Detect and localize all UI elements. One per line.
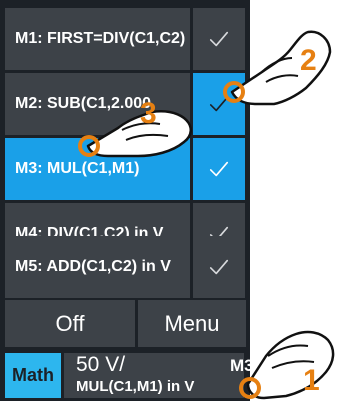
math-item-m2[interactable]: M2: SUB(C1,2.000: [5, 73, 245, 135]
off-button[interactable]: Off: [5, 300, 135, 347]
checkmark-icon: [209, 161, 229, 177]
math-item-m5-label[interactable]: M5: ADD(C1,C2) in V: [5, 236, 190, 298]
math-item-m2-toggle[interactable]: [193, 73, 245, 135]
math-item-m5-toggle[interactable]: [193, 236, 245, 298]
math-tag-label: Math: [5, 353, 61, 398]
math-item-m5[interactable]: M5: ADD(C1,C2) in V: [5, 236, 245, 298]
checkmark-icon: [209, 259, 229, 275]
checkmark-icon: [209, 31, 229, 47]
math-item-m1-toggle[interactable]: [193, 8, 245, 70]
checkmark-icon: [209, 96, 229, 112]
math-item-m3[interactable]: M3: MUL(C1,M1): [5, 138, 245, 200]
pointing-hand-icon: [246, 330, 335, 400]
math-item-m3-toggle[interactable]: [193, 138, 245, 200]
math-item-m1[interactable]: M1: FIRST=DIV(C1,C2) i..: [5, 8, 245, 70]
step-number-1: 1: [303, 364, 320, 397]
math-item-m3-label[interactable]: M3: MUL(C1,M1): [5, 138, 190, 200]
step-number-2: 2: [300, 44, 317, 77]
math-item-m2-label[interactable]: M2: SUB(C1,2.000: [5, 73, 190, 135]
math-function: MUL(C1,M1) in V: [76, 378, 195, 395]
vertical-scale: 50 V/: [76, 353, 126, 376]
math-item-m1-label[interactable]: M1: FIRST=DIV(C1,C2) i..: [5, 8, 190, 70]
menu-button[interactable]: Menu: [138, 300, 246, 347]
math-signal-label[interactable]: 50 V/ MUL(C1,M1) in V: [64, 353, 244, 398]
math-channel-label: M3: [230, 356, 254, 375]
